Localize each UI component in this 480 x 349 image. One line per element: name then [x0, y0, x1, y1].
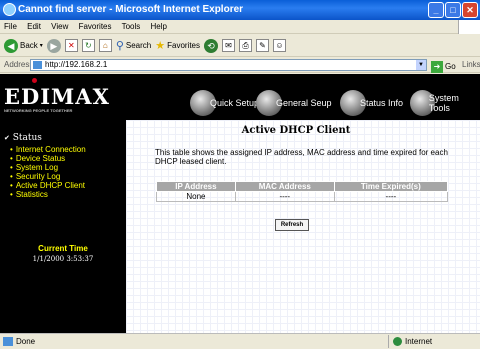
refresh-icon-button[interactable]: ↻ [81, 39, 95, 52]
forward-button[interactable]: ▶ [46, 38, 61, 53]
current-time-label: Current Time [38, 244, 88, 253]
status-bar: Done Internet [0, 333, 480, 349]
sidebar-title: ✔ Status [4, 133, 42, 143]
router-header: EDIMAX NETWORKING PEOPLE TOGETHER Quick … [0, 74, 480, 120]
window-title: Cannot find server - Microsoft Internet … [18, 4, 244, 15]
address-input[interactable]: http://192.168.2.1 ▼ [30, 59, 427, 71]
back-button[interactable]: ◀ Back ▾ [4, 35, 43, 57]
table-header-row: IP Address MAC Address Time Expired(s) [156, 181, 449, 192]
back-arrow-icon: ◀ [4, 38, 18, 53]
logo-tagline: NETWORKING PEOPLE TOGETHER [4, 108, 73, 113]
cell-mac: ---- [234, 191, 335, 202]
sidebar-item-active-dhcp-client[interactable]: Active DHCP Client [10, 181, 86, 190]
column-header-mac: MAC Address [234, 181, 335, 192]
sidebar-item-device-status[interactable]: Device Status [10, 154, 86, 163]
cell-ip: None [156, 191, 236, 202]
star-icon: ★ [155, 39, 166, 52]
sidebar-item-internet-connection[interactable]: Internet Connection [10, 145, 86, 154]
maximize-button[interactable]: □ [445, 2, 461, 18]
menu-view[interactable]: View [51, 22, 68, 31]
edit-button[interactable]: ✎ [256, 39, 270, 52]
menu-tools[interactable]: Tools [122, 22, 141, 31]
close-button[interactable]: ✕ [462, 2, 478, 18]
refresh-button[interactable]: Refresh [275, 219, 309, 231]
nav-general-setup[interactable]: General Seup [256, 84, 332, 116]
go-button[interactable]: ➜ Go [431, 59, 456, 75]
column-header-ip: IP Address [156, 181, 236, 192]
mail-button[interactable]: ✉ [222, 39, 236, 52]
security-zone: Internet [388, 335, 480, 348]
windows-logo-icon [458, 20, 480, 34]
main-panel: Active DHCP Client This table shows the … [126, 120, 480, 333]
sidebar-item-security-log[interactable]: Security Log [10, 172, 86, 181]
page-viewport: EDIMAX NETWORKING PEOPLE TOGETHER Quick … [0, 74, 480, 333]
search-button[interactable]: ⚲ Search [116, 35, 151, 57]
print-button[interactable]: ⎙ [239, 39, 253, 52]
menu-file[interactable]: File [4, 22, 17, 31]
go-arrow-icon: ➜ [431, 61, 443, 73]
messenger-button[interactable]: ☺ [273, 39, 287, 52]
current-time-value: 1/1/2000 3:53:37 [32, 255, 94, 263]
sidebar-menu: Internet Connection Device Status System… [10, 145, 86, 199]
dhcp-client-table: IP Address MAC Address Time Expired(s) N… [156, 181, 449, 202]
toolbar: ◀ Back ▾ ▶ ✕ ↻ ⌂ ⚲ Search ★ Favorites ⟲ … [0, 35, 480, 57]
menu-edit[interactable]: Edit [27, 22, 41, 31]
page-status-icon [3, 337, 13, 346]
nav-status-info[interactable]: Status Info [340, 84, 403, 116]
address-label: Address [4, 60, 34, 69]
page-description: This table shows the assigned IP address… [155, 148, 448, 166]
favorites-button[interactable]: ★ Favorites [155, 35, 200, 57]
browser-window: Cannot find server - Microsoft Internet … [0, 0, 480, 349]
title-bar: Cannot find server - Microsoft Internet … [0, 0, 480, 20]
ie-icon [3, 3, 16, 16]
nav-system-tools[interactable]: System Tools [410, 84, 480, 116]
nav-quick-setup[interactable]: Quick Setup [190, 84, 259, 116]
search-icon: ⚲ [115, 39, 124, 52]
edimax-logo: EDIMAX NETWORKING PEOPLE TOGETHER [4, 78, 110, 113]
address-url: http://192.168.2.1 [45, 60, 108, 69]
menu-favorites[interactable]: Favorites [79, 22, 112, 31]
cell-time-expired: ---- [333, 191, 449, 202]
sidebar-item-system-log[interactable]: System Log [10, 163, 86, 172]
back-dropdown-icon: ▾ [39, 42, 43, 49]
address-dropdown-icon[interactable]: ▼ [416, 60, 426, 70]
media-button[interactable]: ⟲ [204, 38, 219, 53]
column-header-time-expired: Time Expired(s) [333, 181, 449, 192]
internet-zone-icon [393, 337, 402, 347]
links-button[interactable]: Links [462, 57, 480, 73]
minimize-button[interactable]: _ [428, 2, 444, 18]
stop-button[interactable]: ✕ [64, 39, 78, 52]
page-title: Active DHCP Client [241, 125, 351, 136]
table-row: None ---- ---- [156, 191, 449, 202]
sidebar: ✔ Status Internet Connection Device Stat… [0, 120, 126, 333]
address-bar: Address http://192.168.2.1 ▼ ➜ Go Links [0, 57, 480, 73]
logo-dot [32, 78, 37, 83]
home-button[interactable]: ⌂ [98, 39, 112, 52]
status-check-icon: ✔ [4, 134, 10, 142]
sidebar-item-statistics[interactable]: Statistics [10, 190, 86, 199]
menu-help[interactable]: Help [151, 22, 167, 31]
status-text: Done [16, 337, 36, 346]
menu-bar: File Edit View Favorites Tools Help [0, 20, 480, 34]
page-icon [33, 61, 42, 69]
